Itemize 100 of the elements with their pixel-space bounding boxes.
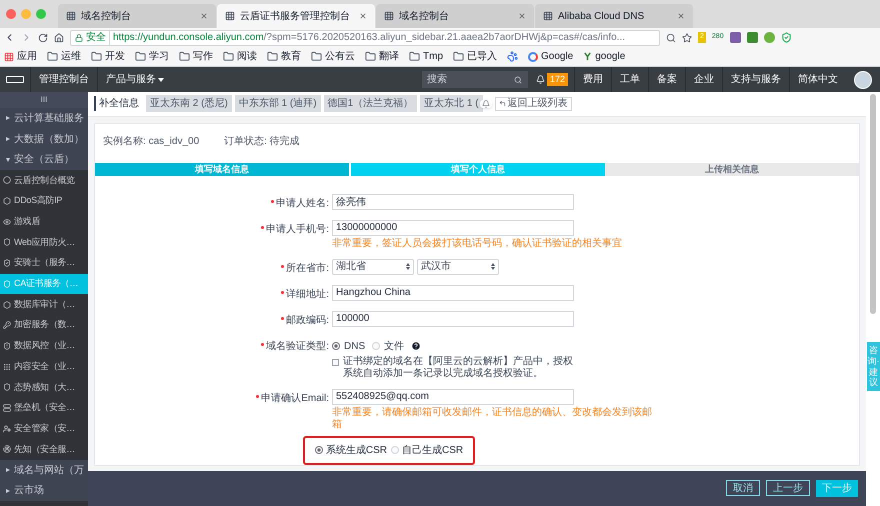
select-field[interactable]: 湖北省 bbox=[332, 258, 414, 275]
sidebar-group[interactable]: 大数据（数加） bbox=[0, 128, 88, 150]
eye-icon bbox=[3, 218, 11, 226]
sidebar-group[interactable]: 云计算基础服务 bbox=[0, 108, 88, 129]
sidebar-handle[interactable]: III bbox=[0, 92, 88, 108]
sidebar-item[interactable]: 游戏盾 bbox=[0, 211, 88, 232]
folder-icon bbox=[409, 51, 420, 62]
bookmark-item[interactable]: 已导入 bbox=[453, 49, 497, 64]
shield-check-icon bbox=[3, 259, 11, 268]
extension-icon[interactable] bbox=[730, 32, 741, 43]
bell-icon[interactable] bbox=[536, 75, 545, 84]
browser-tab[interactable]: 域名控制台 bbox=[376, 4, 534, 28]
sidebar-item[interactable]: 内容安全（业… bbox=[0, 356, 88, 377]
close-icon[interactable] bbox=[518, 12, 526, 20]
home-icon[interactable] bbox=[54, 32, 64, 42]
sidebar-item[interactable]: 数据库审计（… bbox=[0, 294, 88, 315]
bookmark-item[interactable]: 写作 bbox=[179, 49, 213, 64]
bookmark-item[interactable]: 运维 bbox=[47, 49, 81, 64]
star-icon[interactable] bbox=[682, 32, 692, 42]
bookmark-item[interactable]: 翻译 bbox=[365, 49, 399, 64]
shield-icon bbox=[3, 342, 11, 350]
select-field[interactable]: 武汉市 bbox=[417, 258, 499, 275]
order-status: 订单状态: 待完成 bbox=[224, 134, 300, 149]
help-icon[interactable] bbox=[411, 341, 422, 352]
caret-icon bbox=[6, 468, 10, 472]
bookmark-item[interactable]: 应用 bbox=[4, 49, 37, 64]
browser-tab[interactable]: 域名控制台 bbox=[58, 4, 216, 28]
field-label: 申请确认Email: bbox=[261, 392, 329, 406]
field-label: 所在省市: bbox=[286, 262, 329, 276]
close-icon[interactable] bbox=[677, 12, 685, 20]
input-field[interactable]: 100000 bbox=[332, 310, 574, 327]
sidebar-group[interactable]: 云市场 bbox=[0, 480, 88, 502]
input-field[interactable]: 徐亮伟 bbox=[332, 194, 574, 210]
sidebar-group[interactable]: 安全（云盾） bbox=[0, 149, 88, 170]
tab-title: Alibaba Cloud DNS bbox=[558, 10, 646, 24]
sidebar-group[interactable]: 域名与网站（万 bbox=[0, 460, 88, 480]
input-field[interactable]: Hangzhou China bbox=[332, 284, 574, 301]
checkbox[interactable] bbox=[332, 358, 339, 366]
browser-tab[interactable]: 云盾证书服务管理控制台 bbox=[217, 4, 375, 28]
sidebar-item[interactable]: 态势感知（大… bbox=[0, 376, 88, 398]
key-icon bbox=[3, 321, 11, 330]
fork-icon bbox=[583, 52, 592, 61]
tab-title: 域名控制台 bbox=[81, 10, 132, 24]
region-tab[interactable]: 亚太东南 2 (悉尼) bbox=[146, 95, 232, 112]
bookmark-item[interactable]: 公有云 bbox=[311, 49, 355, 64]
radio-label: 系统生成CSR bbox=[326, 444, 387, 458]
hint-text: 非常重要，请确保邮箱可收发邮件，证书信息的确认、变改都会发到该邮箱 bbox=[332, 406, 652, 431]
bookmark-item[interactable]: google bbox=[583, 49, 626, 64]
sidebar-item[interactable]: 云盾控制台概览 bbox=[0, 170, 88, 191]
radio-button[interactable] bbox=[314, 446, 323, 454]
extension-icon[interactable] bbox=[746, 32, 758, 43]
sidebar-item[interactable]: 先知（安全服… bbox=[0, 439, 88, 460]
caret-icon bbox=[158, 78, 164, 82]
bookmark-item[interactable]: Tmp bbox=[409, 49, 443, 64]
radar-icon bbox=[3, 445, 11, 454]
sidebar-item[interactable]: 堡垒机（安全… bbox=[0, 398, 88, 418]
shield-icon bbox=[3, 238, 11, 246]
scrollbar[interactable] bbox=[870, 94, 876, 314]
secure-label: 安全 bbox=[86, 30, 110, 44]
sidebar-item[interactable]: Web应用防火… bbox=[0, 232, 88, 253]
region-tab[interactable]: 德国1（法兰克福） bbox=[324, 95, 418, 112]
step: 上传相关信息 bbox=[605, 162, 859, 176]
region-tab[interactable]: 亚太东北 1 ( bbox=[420, 95, 483, 112]
close-icon[interactable] bbox=[359, 12, 367, 20]
updown-icon bbox=[491, 263, 495, 270]
paw-icon[interactable] bbox=[507, 51, 518, 62]
footer-button[interactable]: 上一步 bbox=[766, 480, 810, 496]
reload-icon[interactable] bbox=[38, 32, 48, 42]
footer-button[interactable]: 取消 bbox=[726, 480, 760, 496]
shield-icon[interactable] bbox=[780, 32, 792, 43]
search-icon[interactable] bbox=[666, 32, 676, 42]
server-icon bbox=[3, 404, 11, 412]
bookmark-item[interactable]: 教育 bbox=[267, 49, 301, 64]
bookmark-item[interactable]: 开发 bbox=[91, 49, 125, 64]
radio-button[interactable] bbox=[332, 342, 340, 350]
bookmark-item[interactable]: 阅读 bbox=[223, 49, 257, 64]
shield-icon bbox=[3, 280, 11, 288]
folder-icon bbox=[91, 51, 102, 62]
avatar[interactable] bbox=[854, 70, 872, 88]
input-field[interactable]: 552408925@qq.com bbox=[332, 388, 574, 405]
bookmark-item[interactable]: 学习 bbox=[135, 49, 169, 64]
input-field[interactable]: 13000000000 bbox=[332, 220, 574, 236]
page-title: 补全信息 bbox=[94, 96, 143, 112]
sidebar-item[interactable]: 安全管家（安… bbox=[0, 418, 88, 439]
region-tab[interactable]: 中东东部 1 (迪拜) bbox=[234, 95, 321, 112]
address-field[interactable]: 安全 https://yundun.console.aliyun.com/?spm=5176.2020520163.aliyun_sidebar.21.aaea2b7aorDHWj&p=cas#/cas/info... bbox=[70, 30, 660, 46]
close-icon[interactable] bbox=[200, 12, 208, 20]
bookmark-item[interactable]: Google bbox=[528, 49, 574, 64]
caret-icon bbox=[6, 116, 10, 120]
search-field[interactable]: 搜索 bbox=[422, 71, 514, 88]
sidebar-item[interactable]: 安骑士（服务… bbox=[0, 252, 88, 274]
sidebar-item[interactable]: 数据风控（业… bbox=[0, 336, 88, 356]
sidebar-item[interactable]: 加密服务（数… bbox=[0, 314, 88, 336]
tab-title: 云盾证书服务管理控制台 bbox=[240, 10, 351, 24]
back-to-list-button[interactable]: 返回上级列表 bbox=[494, 96, 572, 111]
field-label: 申请人手机号: bbox=[266, 222, 329, 237]
sidebar-item[interactable]: DDoS高防IP bbox=[0, 190, 88, 212]
browser-tab[interactable]: Alibaba Cloud DNS bbox=[535, 4, 693, 28]
folder-icon bbox=[135, 51, 146, 62]
folder-icon bbox=[311, 51, 322, 62]
